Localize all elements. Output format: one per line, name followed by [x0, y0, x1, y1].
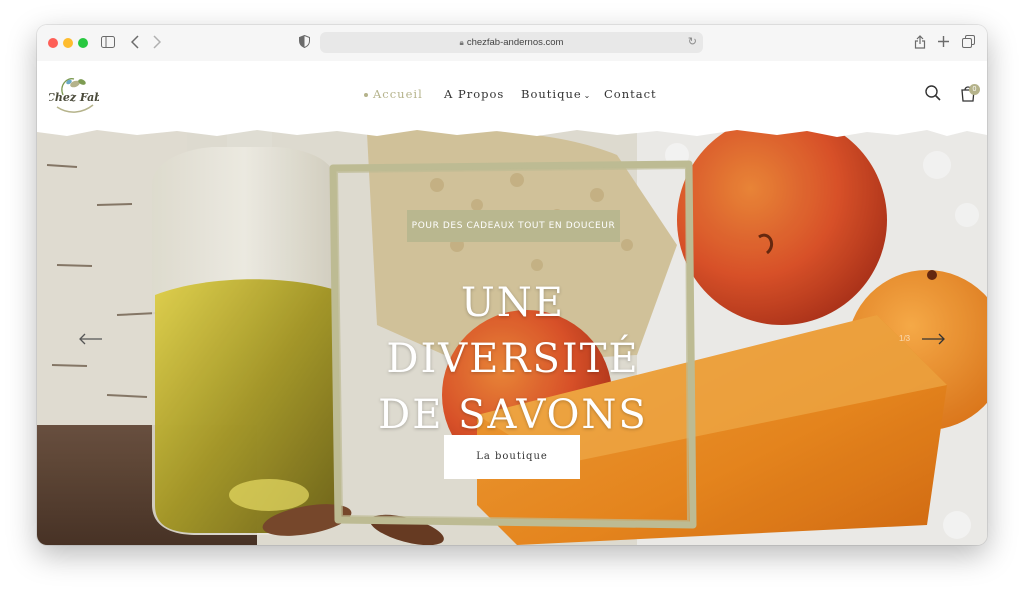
nav-label: Accueil [373, 87, 423, 101]
nav-item-boutique[interactable]: Boutique ⌄ [521, 87, 591, 101]
reload-icon[interactable]: ↻ [688, 32, 697, 53]
search-icon[interactable] [924, 84, 942, 102]
chevron-down-icon: ⌄ [583, 91, 592, 100]
lock-icon: 🔒︎ [459, 38, 464, 47]
shop-button[interactable]: La boutique [444, 435, 580, 479]
nav-label: Contact [604, 87, 657, 101]
zoom-window-button[interactable] [78, 38, 88, 48]
url-text: chezfab-andernos.com [466, 37, 564, 48]
browser-toolbar: 🔒︎ chezfab-andernos.com ↻ [37, 25, 987, 62]
minimize-window-button[interactable] [63, 38, 73, 48]
sidebar-icon[interactable] [101, 36, 115, 48]
hero-title-line-1: UNE DIVERSITÉ [386, 280, 640, 382]
previous-slide-arrow-icon[interactable] [79, 333, 103, 345]
address-bar[interactable]: 🔒︎ chezfab-andernos.com ↻ [320, 32, 703, 53]
next-slide-arrow-icon[interactable] [921, 333, 945, 345]
slide-counter: 1/3 [899, 334, 911, 343]
tabs-overview-icon[interactable] [962, 35, 975, 48]
cart-count-badge: 0 [969, 84, 980, 95]
logo-text: Chez Fab [49, 91, 99, 104]
nav-item-contact[interactable]: Contact [604, 87, 657, 101]
hero-slider: POUR DES CADEAUX TOUT EN DOUCEUR UNE DIV… [37, 125, 987, 545]
nav-item-a-propos[interactable]: A Propos [444, 87, 504, 101]
hero-title: UNE DIVERSITÉ DE SAVONS [337, 275, 689, 443]
hero-tagline: POUR DES CADEAUX TOUT EN DOUCEUR [407, 210, 620, 242]
nav-item-accueil[interactable]: Accueil [364, 87, 423, 101]
back-icon[interactable] [131, 35, 139, 49]
browser-window: 🔒︎chezfab-andernos.com ↻ Chez Fab A [37, 25, 987, 545]
shield-icon[interactable] [299, 35, 310, 48]
chez-fab-logo[interactable]: Chez Fab [49, 73, 99, 117]
share-icon[interactable] [914, 34, 926, 49]
nav-label: A Propos [444, 87, 505, 101]
nav-label: Boutique [521, 87, 582, 101]
active-indicator-icon [364, 93, 368, 97]
forward-icon[interactable] [153, 35, 161, 49]
close-window-button[interactable] [48, 38, 58, 48]
new-tab-icon[interactable] [938, 36, 949, 47]
